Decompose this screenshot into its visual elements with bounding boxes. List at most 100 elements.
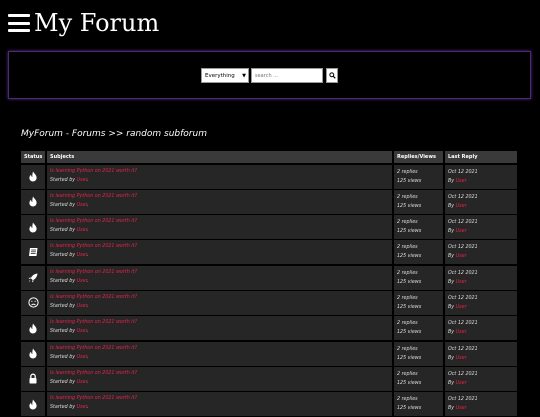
last-reply-user-link[interactable]: User bbox=[456, 280, 467, 285]
by-label: By bbox=[448, 380, 455, 386]
table-header: Status Subjects Replies/Views Last Reply bbox=[21, 151, 519, 163]
topic-subject-cell: Is learning Python on 2021 worth it? Sta… bbox=[47, 240, 392, 265]
table-row: Is learning Python on 2021 worth it? Sta… bbox=[21, 189, 519, 214]
by-label: By bbox=[448, 279, 455, 285]
by-label: By bbox=[448, 304, 455, 310]
view-count: 125 views bbox=[397, 178, 422, 184]
table-row: Is learning Python on 2021 worth it? Sta… bbox=[21, 215, 519, 240]
search-input[interactable] bbox=[251, 68, 323, 83]
topic-stats: 2 replies 125 views bbox=[394, 341, 443, 366]
reply-count: 2 replies bbox=[397, 321, 418, 327]
starter-user-link[interactable]: User bbox=[77, 355, 88, 360]
by-label: By bbox=[448, 178, 455, 184]
starter-user-link[interactable]: User bbox=[77, 405, 88, 410]
topic-starter: Started by User. bbox=[50, 228, 89, 234]
topic-subject-cell: Is learning Python on 2021 worth it? Sta… bbox=[47, 215, 392, 240]
topic-status bbox=[21, 164, 45, 189]
topic-stats: 2 replies 125 views bbox=[394, 240, 443, 265]
last-reply-date: Oct 12 2021 bbox=[448, 245, 478, 251]
topic-title-link[interactable]: Is learning Python on 2021 worth it? bbox=[50, 294, 389, 302]
topic-starter: Started by User. bbox=[50, 253, 89, 259]
view-count: 125 views bbox=[397, 254, 422, 260]
menu-icon[interactable] bbox=[8, 14, 30, 32]
fire-icon bbox=[28, 222, 38, 233]
last-reply-user-link[interactable]: User bbox=[456, 254, 467, 259]
starter-user-link[interactable]: User bbox=[77, 203, 88, 208]
view-count: 125 views bbox=[397, 229, 422, 235]
last-reply-date: Oct 12 2021 bbox=[448, 397, 478, 403]
last-reply-user-link[interactable]: User bbox=[456, 204, 467, 209]
view-count: 125 views bbox=[397, 304, 422, 310]
topic-title-link[interactable]: Is learning Python on 2021 worth it? bbox=[50, 193, 389, 201]
starter-user-link[interactable]: User bbox=[77, 304, 88, 309]
topic-last-reply: Oct 12 2021 By User bbox=[445, 215, 517, 240]
topic-subject-cell: Is learning Python on 2021 worth it? Sta… bbox=[47, 316, 392, 341]
last-reply-by: By User bbox=[448, 177, 514, 186]
started-by-label: Started by bbox=[50, 278, 76, 284]
starter-user-link[interactable]: User bbox=[77, 178, 88, 183]
by-label: By bbox=[448, 330, 455, 336]
topic-stats: 2 replies 125 views bbox=[394, 290, 443, 315]
topic-title-link[interactable]: Is learning Python on 2021 worth it? bbox=[50, 218, 389, 226]
topic-last-reply: Oct 12 2021 By User bbox=[445, 290, 517, 315]
topic-title-link[interactable]: Is learning Python on 2021 worth it? bbox=[50, 243, 389, 251]
last-reply-date: Oct 12 2021 bbox=[448, 295, 478, 301]
topic-title-link[interactable]: Is learning Python on 2021 worth it? bbox=[50, 345, 389, 353]
fire-icon bbox=[28, 171, 38, 182]
table-row: Is learning Python on 2021 worth it? Sta… bbox=[21, 392, 519, 417]
last-reply-user-link[interactable]: User bbox=[456, 229, 467, 234]
view-count: 125 views bbox=[397, 330, 422, 336]
search-scope-value: Everything bbox=[205, 72, 235, 79]
started-by-label: Started by bbox=[50, 354, 76, 360]
topic-stats: 2 replies 125 views bbox=[394, 316, 443, 341]
starter-user-link[interactable]: User bbox=[77, 380, 88, 385]
topic-stats: 2 replies 125 views bbox=[394, 392, 443, 417]
reply-count: 2 replies bbox=[397, 245, 418, 251]
topic-last-reply: Oct 12 2021 By User bbox=[445, 240, 517, 265]
topic-title-link[interactable]: Is learning Python on 2021 worth it? bbox=[50, 395, 389, 403]
topic-starter: Started by User. bbox=[50, 379, 89, 385]
breadcrumb[interactable]: MyForum - Forums >> random subforum bbox=[21, 129, 207, 139]
topic-title-link[interactable]: Is learning Python on 2021 worth it? bbox=[50, 269, 389, 277]
column-header-replies: Replies/Views bbox=[394, 151, 443, 163]
topic-title-link[interactable]: Is learning Python on 2021 worth it? bbox=[50, 168, 389, 176]
last-reply-user-link[interactable]: User bbox=[456, 330, 467, 335]
column-header-last-reply: Last Reply bbox=[445, 151, 517, 163]
last-reply-date: Oct 12 2021 bbox=[448, 270, 478, 276]
starter-user-link[interactable]: User bbox=[77, 228, 88, 233]
last-reply-by: By User bbox=[448, 354, 514, 363]
search-panel: Everything ▼ bbox=[8, 51, 531, 99]
started-by-label: Started by bbox=[50, 228, 76, 234]
site-title[interactable]: My Forum bbox=[34, 8, 159, 38]
search-button[interactable] bbox=[326, 68, 338, 83]
table-row: Is learning Python on 2021 worth it? Sta… bbox=[21, 164, 519, 189]
starter-user-link[interactable]: User bbox=[77, 329, 88, 334]
topic-status bbox=[21, 189, 45, 214]
topic-last-reply: Oct 12 2021 By User bbox=[445, 316, 517, 341]
topic-status bbox=[21, 392, 45, 417]
topic-status bbox=[21, 341, 45, 366]
topic-title-link[interactable]: Is learning Python on 2021 worth it? bbox=[50, 370, 389, 378]
table-row: Is learning Python on 2021 worth it? Sta… bbox=[21, 366, 519, 391]
starter-user-link[interactable]: User bbox=[77, 279, 88, 284]
view-count: 125 views bbox=[397, 355, 422, 361]
reply-count: 2 replies bbox=[397, 371, 418, 377]
search-scope-select[interactable]: Everything ▼ bbox=[201, 68, 249, 83]
starter-user-link[interactable]: User bbox=[77, 253, 88, 258]
topic-stats: 2 replies 125 views bbox=[394, 164, 443, 189]
topic-title-link[interactable]: Is learning Python on 2021 worth it? bbox=[50, 319, 389, 327]
book-icon bbox=[28, 247, 39, 257]
last-reply-user-link[interactable]: User bbox=[456, 406, 467, 411]
topic-starter: Started by User. bbox=[50, 202, 89, 208]
topic-status bbox=[21, 265, 45, 290]
topic-stats: 2 replies 125 views bbox=[394, 366, 443, 391]
last-reply-user-link[interactable]: User bbox=[456, 356, 467, 361]
last-reply-user-link[interactable]: User bbox=[456, 381, 467, 386]
last-reply-user-link[interactable]: User bbox=[456, 179, 467, 184]
last-reply-date: Oct 12 2021 bbox=[448, 220, 478, 226]
last-reply-user-link[interactable]: User bbox=[456, 305, 467, 310]
reply-count: 2 replies bbox=[397, 346, 418, 352]
last-reply-date: Oct 12 2021 bbox=[448, 194, 478, 200]
site-header: My Forum bbox=[8, 8, 159, 38]
topic-stats: 2 replies 125 views bbox=[394, 215, 443, 240]
